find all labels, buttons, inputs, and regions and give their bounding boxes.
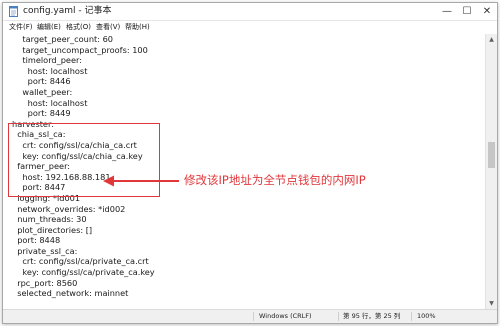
status-divider (338, 312, 339, 321)
menu-edit[interactable]: 编辑(E) (37, 21, 61, 33)
editor-line[interactable]: target_uncompact_proofs: 100 (12, 45, 155, 56)
menu-format[interactable]: 格式(O) (66, 21, 91, 33)
status-cursor-position: 第 95 行，第 25 列 (343, 312, 401, 320)
status-zoom: 100% (417, 312, 436, 320)
editor-line[interactable]: target_peer_count: 60 (12, 34, 155, 45)
title-bar[interactable]: config.yaml - 记事本 — ☐ ✕ (3, 3, 497, 21)
vertical-scrollbar[interactable]: ▲ ▼ (485, 34, 497, 309)
menu-bar: 文件(F) 编辑(E) 格式(O) 查看(V) 帮助(H) (3, 21, 497, 33)
scrollbar-thumb[interactable] (488, 142, 495, 168)
editor-line[interactable]: port: 8448 (12, 235, 155, 246)
editor-line[interactable]: host: localhost (12, 98, 155, 109)
menu-view[interactable]: 查看(V) (96, 21, 120, 33)
editor-line[interactable]: key: config/ssl/ca/private_ca.key (12, 267, 154, 278)
editor-line[interactable]: selected_network: mainnet (12, 288, 155, 299)
notepad-window: config.yaml - 记事本 — ☐ ✕ 文件(F) 编辑(E) 格式(O… (2, 2, 498, 324)
status-bar: Windows (CRLF) 第 95 行，第 25 列 100% (3, 309, 497, 323)
status-divider (411, 312, 412, 321)
editor-line[interactable]: rpc_port: 8560 (12, 278, 155, 289)
scroll-down-icon[interactable]: ▼ (486, 298, 497, 309)
status-line-ending: Windows (CRLF) (259, 312, 312, 320)
scroll-up-icon[interactable]: ▲ (486, 34, 497, 45)
close-button[interactable]: ✕ (477, 3, 497, 20)
editor-line[interactable]: port: 8446 (12, 76, 155, 87)
notepad-icon (9, 6, 18, 17)
menu-help[interactable]: 帮助(H) (125, 21, 150, 33)
editor-line[interactable]: crt: config/ssl/ca/private_ca.crt (12, 256, 155, 267)
editor-line[interactable]: timelord_peer: (12, 55, 155, 66)
editor-line[interactable]: network_overrides: *id002 (12, 204, 155, 215)
editor-line[interactable]: num_threads: 30 (12, 214, 155, 225)
editor-line[interactable]: private_ssl_ca: (12, 246, 155, 257)
editor-line[interactable]: host: localhost (12, 66, 155, 77)
annotation-text: 修改该IP地址为全节点钱包的内网IP (184, 173, 366, 187)
editor-line[interactable]: plot_directories: [] (12, 225, 155, 236)
editor-line[interactable]: wallet_peer: (12, 87, 155, 98)
window-title: config.yaml - 记事本 (23, 6, 112, 16)
minimize-button[interactable]: — (437, 3, 457, 20)
maximize-button[interactable]: ☐ (457, 3, 477, 20)
arrow-icon (103, 175, 179, 187)
menu-file[interactable]: 文件(F) (9, 21, 33, 33)
status-divider (253, 312, 254, 321)
editor-line[interactable]: port: 8449 (12, 108, 155, 119)
